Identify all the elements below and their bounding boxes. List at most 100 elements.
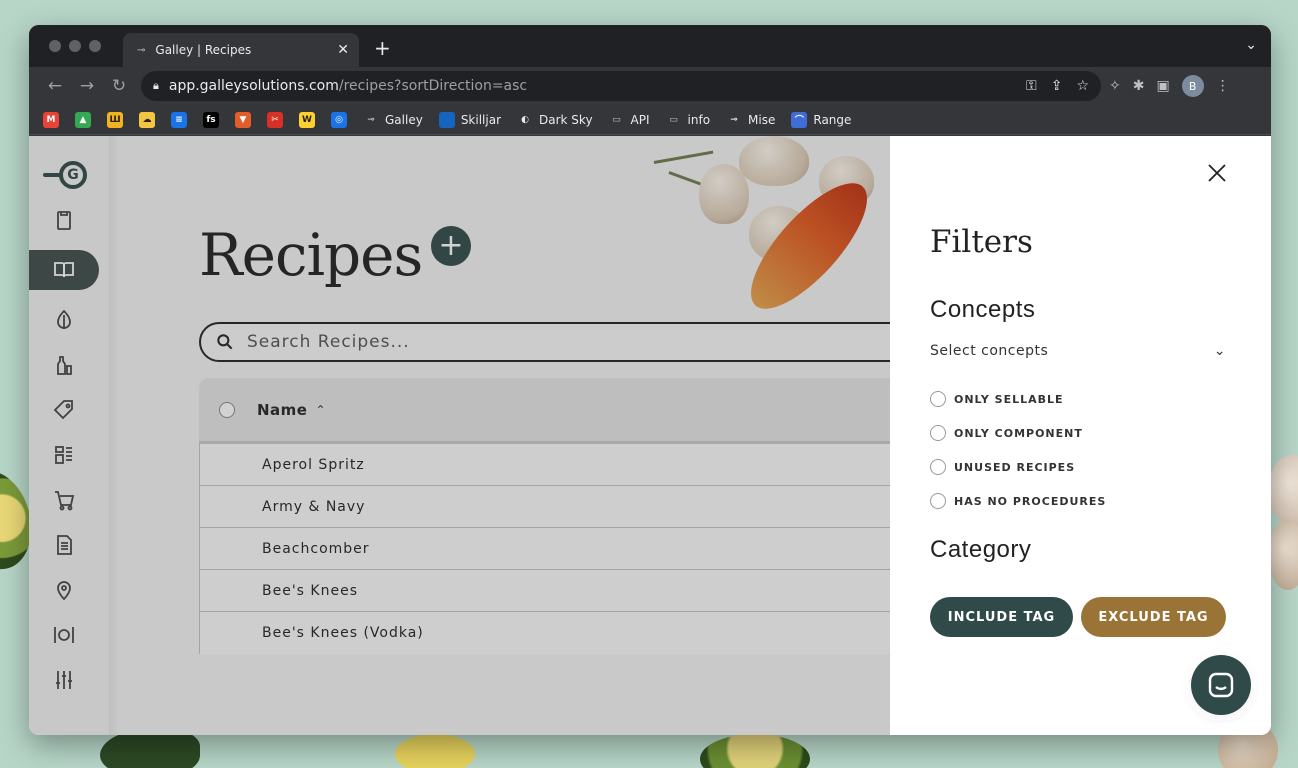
star-icon[interactable]: ☆ [1076, 78, 1089, 94]
bookmark-app[interactable]: ✂ [267, 111, 283, 128]
close-icon[interactable] [1206, 162, 1228, 184]
bookmark-mise[interactable]: ⊸ Mise [726, 112, 775, 128]
concepts-select[interactable]: Select concepts ⌄ [930, 343, 1226, 359]
minimize-window-button[interactable] [69, 40, 81, 52]
add-recipe-button[interactable]: + [431, 226, 471, 266]
bookmark-galley[interactable]: ⊸ Galley [363, 112, 423, 128]
bookmark-api[interactable]: ▭ API [609, 112, 649, 128]
page-viewport: G Recipes + Search Recipes... Name ⌃ Ape… [29, 136, 1271, 735]
forward-arrow-icon[interactable]: → [71, 76, 103, 96]
include-tag-button[interactable]: INCLUDE TAG [930, 597, 1073, 637]
puzzle-extensions-icon[interactable]: ✱ [1133, 78, 1145, 94]
bookmark-app[interactable]: Ш [107, 111, 123, 128]
miro-icon: W [299, 111, 315, 128]
unused-recipes-option[interactable]: UNUSED RECIPES [930, 459, 1075, 475]
close-tab-icon[interactable]: ✕ [337, 42, 349, 58]
has-no-procedures-option[interactable]: HAS NO PROCEDURES [930, 493, 1106, 509]
lemon-decoration [395, 734, 475, 768]
bookmark-miro[interactable]: W [299, 111, 315, 128]
name-column-header[interactable]: Name [257, 401, 307, 419]
maximize-window-button[interactable] [89, 40, 101, 52]
close-window-button[interactable] [49, 40, 61, 52]
location-pin-icon[interactable] [29, 570, 99, 610]
folder-icon: ▭ [669, 114, 678, 125]
checklist-icon[interactable] [29, 435, 99, 475]
table-header: Name ⌃ [199, 378, 919, 444]
reload-icon[interactable]: ↻ [103, 76, 135, 96]
table-row[interactable]: Bee's Knees (Vodka) [199, 612, 919, 654]
browser-tab[interactable]: ⊸ Galley | Recipes ✕ [123, 33, 359, 67]
onion-icon[interactable] [29, 300, 99, 340]
side-panel-icon[interactable]: ▣ [1156, 78, 1169, 94]
cart-icon[interactable] [29, 480, 99, 520]
bookmark-fs[interactable]: fs [203, 111, 219, 128]
option-label: HAS NO PROCEDURES [954, 494, 1107, 508]
option-label: ONLY SELLABLE [954, 392, 1064, 406]
folder-icon: ▭ [612, 114, 621, 125]
darksky-icon: ◐ [521, 114, 529, 125]
radio-button[interactable] [930, 459, 946, 475]
option-label: UNUSED RECIPES [954, 460, 1076, 474]
bookmark-range[interactable]: ⌒ Range [791, 111, 852, 128]
share-icon[interactable]: ⇪ [1051, 78, 1063, 94]
radio-button[interactable] [930, 425, 946, 441]
rosemary-decoration [653, 150, 714, 164]
chat-launcher-button[interactable] [1191, 655, 1251, 715]
bookmarks-bar: M ▲ Ш ☁ ≡ fs ▼ ✂ W ◎ ⊸ Galley Skilljar ◐ D… [29, 105, 1271, 135]
browser-toolbar: ← → ↻ 🔒︎ app.galleysolutions.com/recipes… [29, 67, 1271, 105]
lock-icon[interactable]: 🔒︎ [153, 79, 159, 93]
plate-cutlery-icon[interactable] [29, 615, 99, 655]
search-input[interactable] [247, 332, 847, 352]
concepts-heading: Concepts [930, 296, 1036, 323]
bookmark-darksky[interactable]: ◐ Dark Sky [517, 112, 593, 128]
document-icon[interactable] [29, 525, 99, 565]
app-icon-red: ✂ [267, 111, 283, 128]
broom-extension-icon[interactable]: ✧ [1109, 78, 1121, 94]
new-tab-button[interactable]: + [374, 36, 391, 60]
clipboard-icon[interactable] [29, 200, 99, 240]
bookmark-cloud[interactable]: ☁ [139, 111, 155, 128]
only-component-option[interactable]: ONLY COMPONENT [930, 425, 1083, 441]
bookmark-app[interactable]: ≡ [171, 111, 187, 128]
bookmark-label: Dark Sky [539, 112, 593, 127]
chat-icon [1208, 672, 1234, 698]
galley-icon: ⊸ [367, 114, 375, 125]
more-menu-icon[interactable]: ⋮ [1216, 78, 1230, 94]
table-row[interactable]: Beachcomber [199, 528, 919, 570]
sliders-icon[interactable] [29, 660, 99, 700]
back-arrow-icon[interactable]: ← [39, 76, 71, 96]
radio-button[interactable] [930, 391, 946, 407]
browser-window: ⊸ Galley | Recipes ✕ + ⌄ ← → ↻ 🔒︎ app.ga… [29, 25, 1271, 735]
bottles-icon[interactable] [29, 345, 99, 385]
bookmark-gmail[interactable]: M [43, 111, 59, 128]
profile-avatar[interactable]: B [1181, 75, 1204, 97]
galley-logo[interactable]: G [43, 158, 95, 192]
tab-search-chevron-icon[interactable]: ⌄ [1245, 37, 1257, 53]
sort-ascending-icon[interactable]: ⌃ [315, 403, 325, 417]
recipe-book-icon[interactable] [29, 250, 99, 290]
search-bar[interactable] [199, 322, 919, 362]
tag-icon[interactable] [29, 390, 99, 430]
table-row[interactable]: Bee's Knees [199, 570, 919, 612]
key-icon[interactable]: ⚿ [1026, 78, 1037, 94]
select-all-radio[interactable] [219, 401, 235, 418]
filters-panel: Filters Concepts Select concepts ⌄ ONLY … [890, 136, 1271, 735]
app-icon-blue: ≡ [171, 111, 187, 128]
bookmark-skilljar[interactable]: Skilljar [438, 111, 501, 128]
table-row[interactable]: Army & Navy [199, 486, 919, 528]
skilljar-icon [438, 111, 455, 128]
chevron-down-icon: ⌄ [1213, 343, 1226, 359]
fingerprint-icon: ◎ [331, 111, 347, 128]
table-row[interactable]: Aperol Spritz [199, 444, 919, 486]
address-bar[interactable]: 🔒︎ app.galleysolutions.com/recipes?sortD… [141, 71, 1101, 101]
nav-rail: G [29, 136, 109, 735]
bookmark-fingerprint[interactable]: ◎ [331, 111, 347, 128]
radio-button[interactable] [930, 493, 946, 509]
bookmark-label: Mise [748, 112, 776, 127]
bookmark-info[interactable]: ▭ info [666, 112, 710, 128]
only-sellable-option[interactable]: ONLY SELLABLE [930, 391, 1064, 407]
bookmark-label: Range [813, 112, 852, 127]
bookmark-drive[interactable]: ▲ [75, 111, 91, 128]
bookmark-app[interactable]: ▼ [235, 111, 251, 128]
exclude-tag-button[interactable]: EXCLUDE TAG [1081, 597, 1226, 637]
